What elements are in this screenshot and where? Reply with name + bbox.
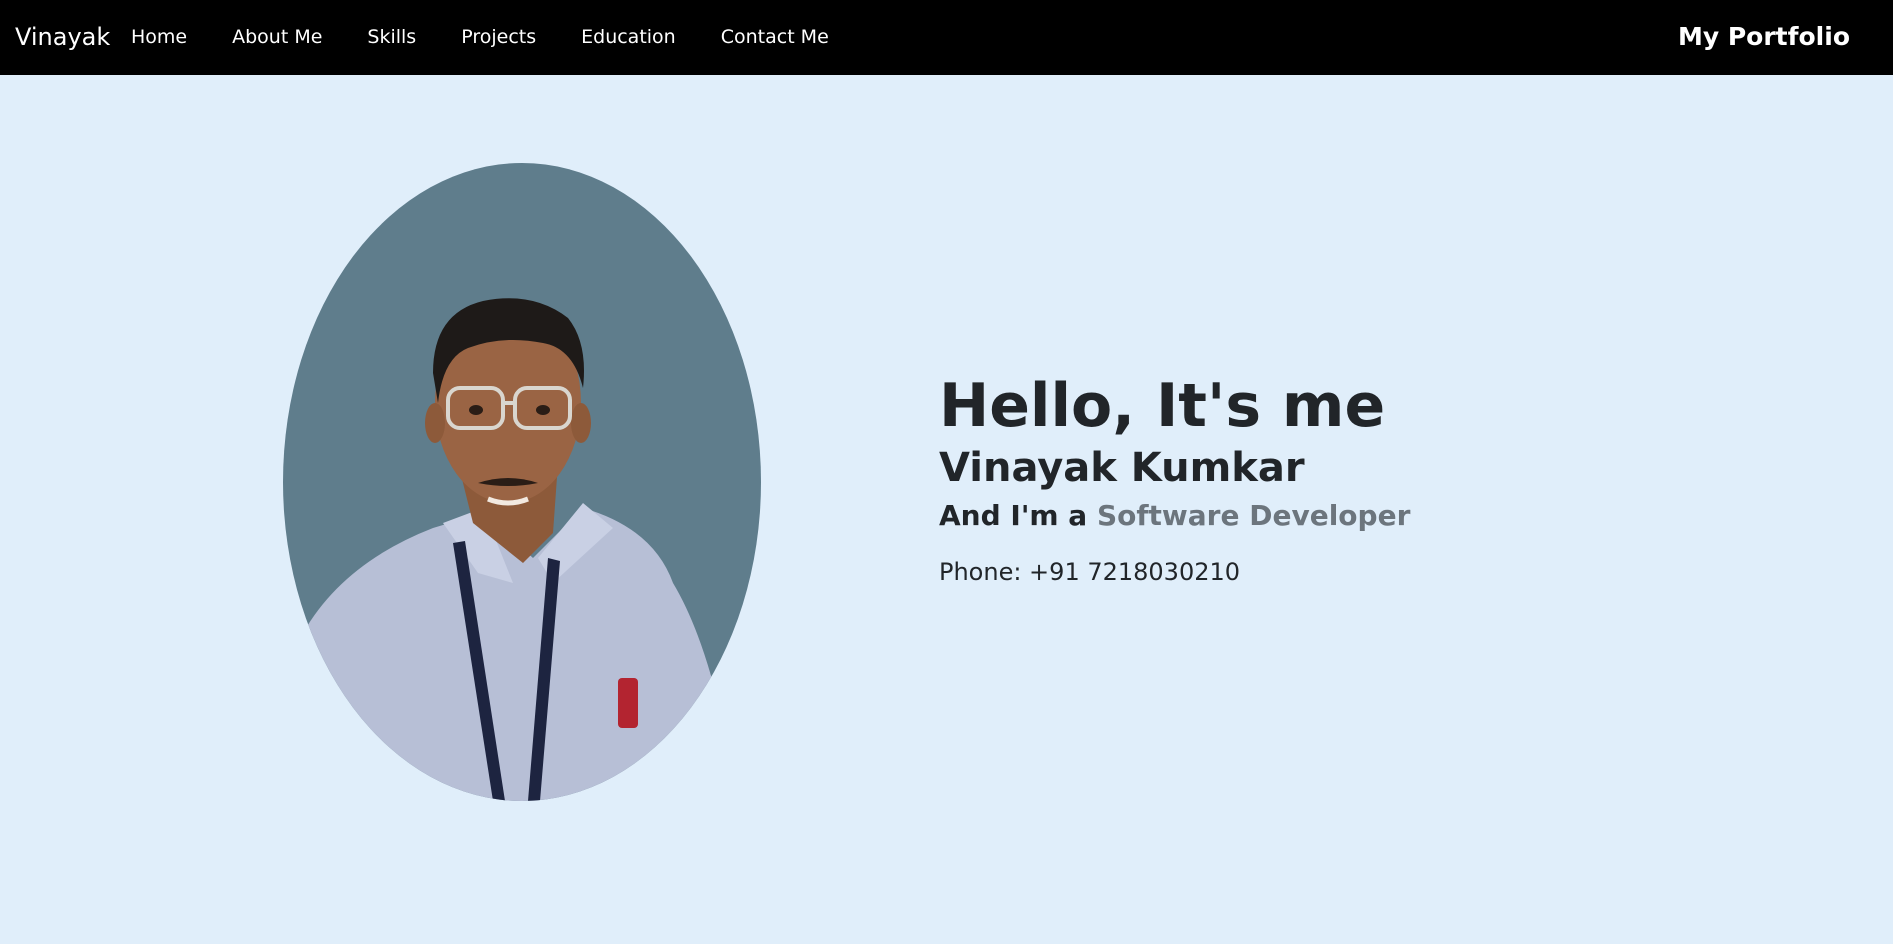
- top-navbar: Vinayak Home About Me Skills Projects Ed…: [0, 0, 1893, 75]
- phone-number: Phone: +91 7218030210: [939, 558, 1241, 586]
- nav-link-about-me[interactable]: About Me: [232, 26, 322, 48]
- greeting-heading: Hello, It's me: [939, 371, 1386, 441]
- my-portfolio-link[interactable]: My Portfolio: [1678, 22, 1850, 52]
- brand-link[interactable]: Vinayak: [15, 22, 110, 52]
- name-heading: Vinayak Kumkar: [939, 445, 1305, 491]
- nav-link-projects[interactable]: Projects: [461, 26, 536, 48]
- nav-link-skills[interactable]: Skills: [367, 26, 416, 48]
- profile-person-image: [303, 298, 723, 801]
- nav-links: Home About Me Skills Projects Education …: [131, 26, 874, 48]
- role-prefix: And I'm a: [939, 499, 1097, 532]
- role-text: Software Developer: [1096, 499, 1411, 532]
- hero-text: Hello, It's me Vinayak Kumkar And I'm a …: [939, 370, 1739, 588]
- nav-link-home[interactable]: Home: [131, 26, 187, 48]
- profile-photo: [283, 163, 761, 801]
- nav-link-contact-me[interactable]: Contact Me: [721, 26, 829, 48]
- nav-link-education[interactable]: Education: [581, 26, 676, 48]
- role-heading: And I'm a Software Developer: [939, 496, 1739, 536]
